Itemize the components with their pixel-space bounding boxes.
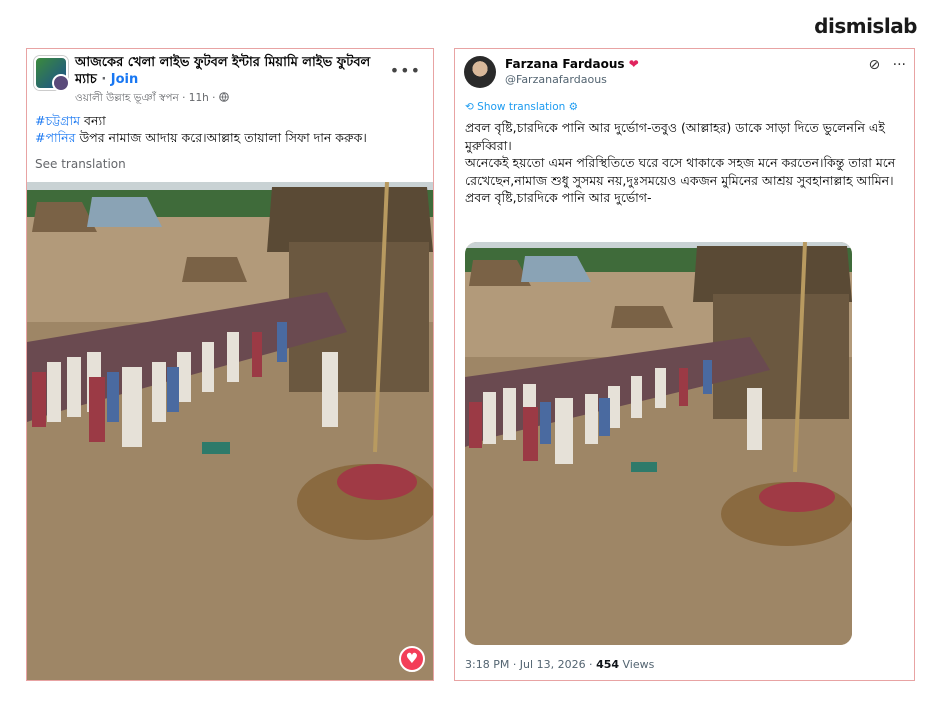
user-handle[interactable]: @Farzanafardaous [505, 73, 607, 86]
author-meta[interactable]: ওয়ালী উল্লাহ ভূঞাঁ স্বপন · 11h · [75, 92, 219, 104]
flood-prayer-photo [27, 182, 433, 680]
tweet-text: প্রবল বৃষ্টি,চারদিকে পানি আর দুর্ভোগ-তবু… [465, 119, 910, 207]
views-count: 454 [596, 658, 620, 671]
views-label: Views [619, 658, 655, 671]
facebook-post-card: আজকের খেলা লাইভ ফুটবল ইন্টার মিয়ামি লাই… [26, 48, 434, 681]
tweet-paragraph: অনেকেই হয়তো এমন পরিস্থিতিতে ঘরে বসে থাক… [465, 155, 896, 188]
tweet-header-actions: ⊘ ··· [860, 57, 906, 73]
display-name-text: Farzana Fardaous [505, 57, 625, 71]
more-options-icon[interactable]: ··· [893, 57, 906, 73]
display-name[interactable]: Farzana Fardaous ❤ [505, 57, 639, 71]
post-photo[interactable]: ♥ [27, 182, 433, 680]
show-translation-label: Show translation [477, 101, 566, 113]
see-translation-link[interactable]: See translation [35, 157, 126, 171]
avatar[interactable] [464, 56, 496, 88]
join-button[interactable]: Join [111, 72, 138, 87]
brand-logo: dismislab [814, 14, 917, 38]
hashtag-link[interactable]: #চট্টগ্রাম [35, 113, 80, 128]
tweet-paragraph: প্রবল বৃষ্টি,চারদিকে পানি আর দুর্ভোগ-তবু… [465, 120, 885, 153]
tweet-card: Farzana Fardaous ❤ @Farzanafardaous ⊘ ··… [454, 48, 915, 681]
globe-icon [218, 92, 229, 102]
flood-prayer-photo [465, 242, 852, 645]
timestamp[interactable]: 3:18 PM · Jul 13, 2026 · [465, 658, 596, 671]
heart-reaction-icon[interactable]: ♥ [399, 646, 425, 672]
settings-gear-icon: ⚙ [568, 101, 579, 113]
post-line: উপর নামাজ আদায় করে।আল্লাহ তায়ালা সিফা … [75, 130, 367, 145]
post-text: #চট্টগ্রাম বন্যা #পানির উপর নামাজ আদায় … [35, 112, 427, 146]
translate-icon: ⟲ [465, 101, 474, 113]
show-translation-link[interactable]: ⟲ Show translation ⚙ [465, 101, 578, 113]
heart-icon: ❤ [628, 57, 639, 71]
author-line: ওয়ালী উল্লাহ ভূঞাঁ স্বপন · 11h · [75, 91, 229, 108]
tweet-metadata: 3:18 PM · Jul 13, 2026 · 454 Views [465, 658, 654, 671]
post-line: বন্যা [80, 113, 106, 128]
hashtag-link[interactable]: #পানির [35, 130, 76, 145]
group-title: আজকের খেলা লাইভ ফুটবল ইন্টার মিয়ামি লাই… [75, 55, 371, 87]
author-avatar[interactable] [52, 74, 70, 92]
group-avatar[interactable] [34, 56, 70, 92]
tweet-paragraph: প্রবল বৃষ্টি,চারদিকে পানি আর দুর্ভোগ- [465, 190, 652, 205]
more-options-icon[interactable]: ••• [390, 61, 421, 80]
tweet-photo[interactable] [465, 242, 852, 645]
grok-icon[interactable]: ⊘ [868, 57, 880, 73]
